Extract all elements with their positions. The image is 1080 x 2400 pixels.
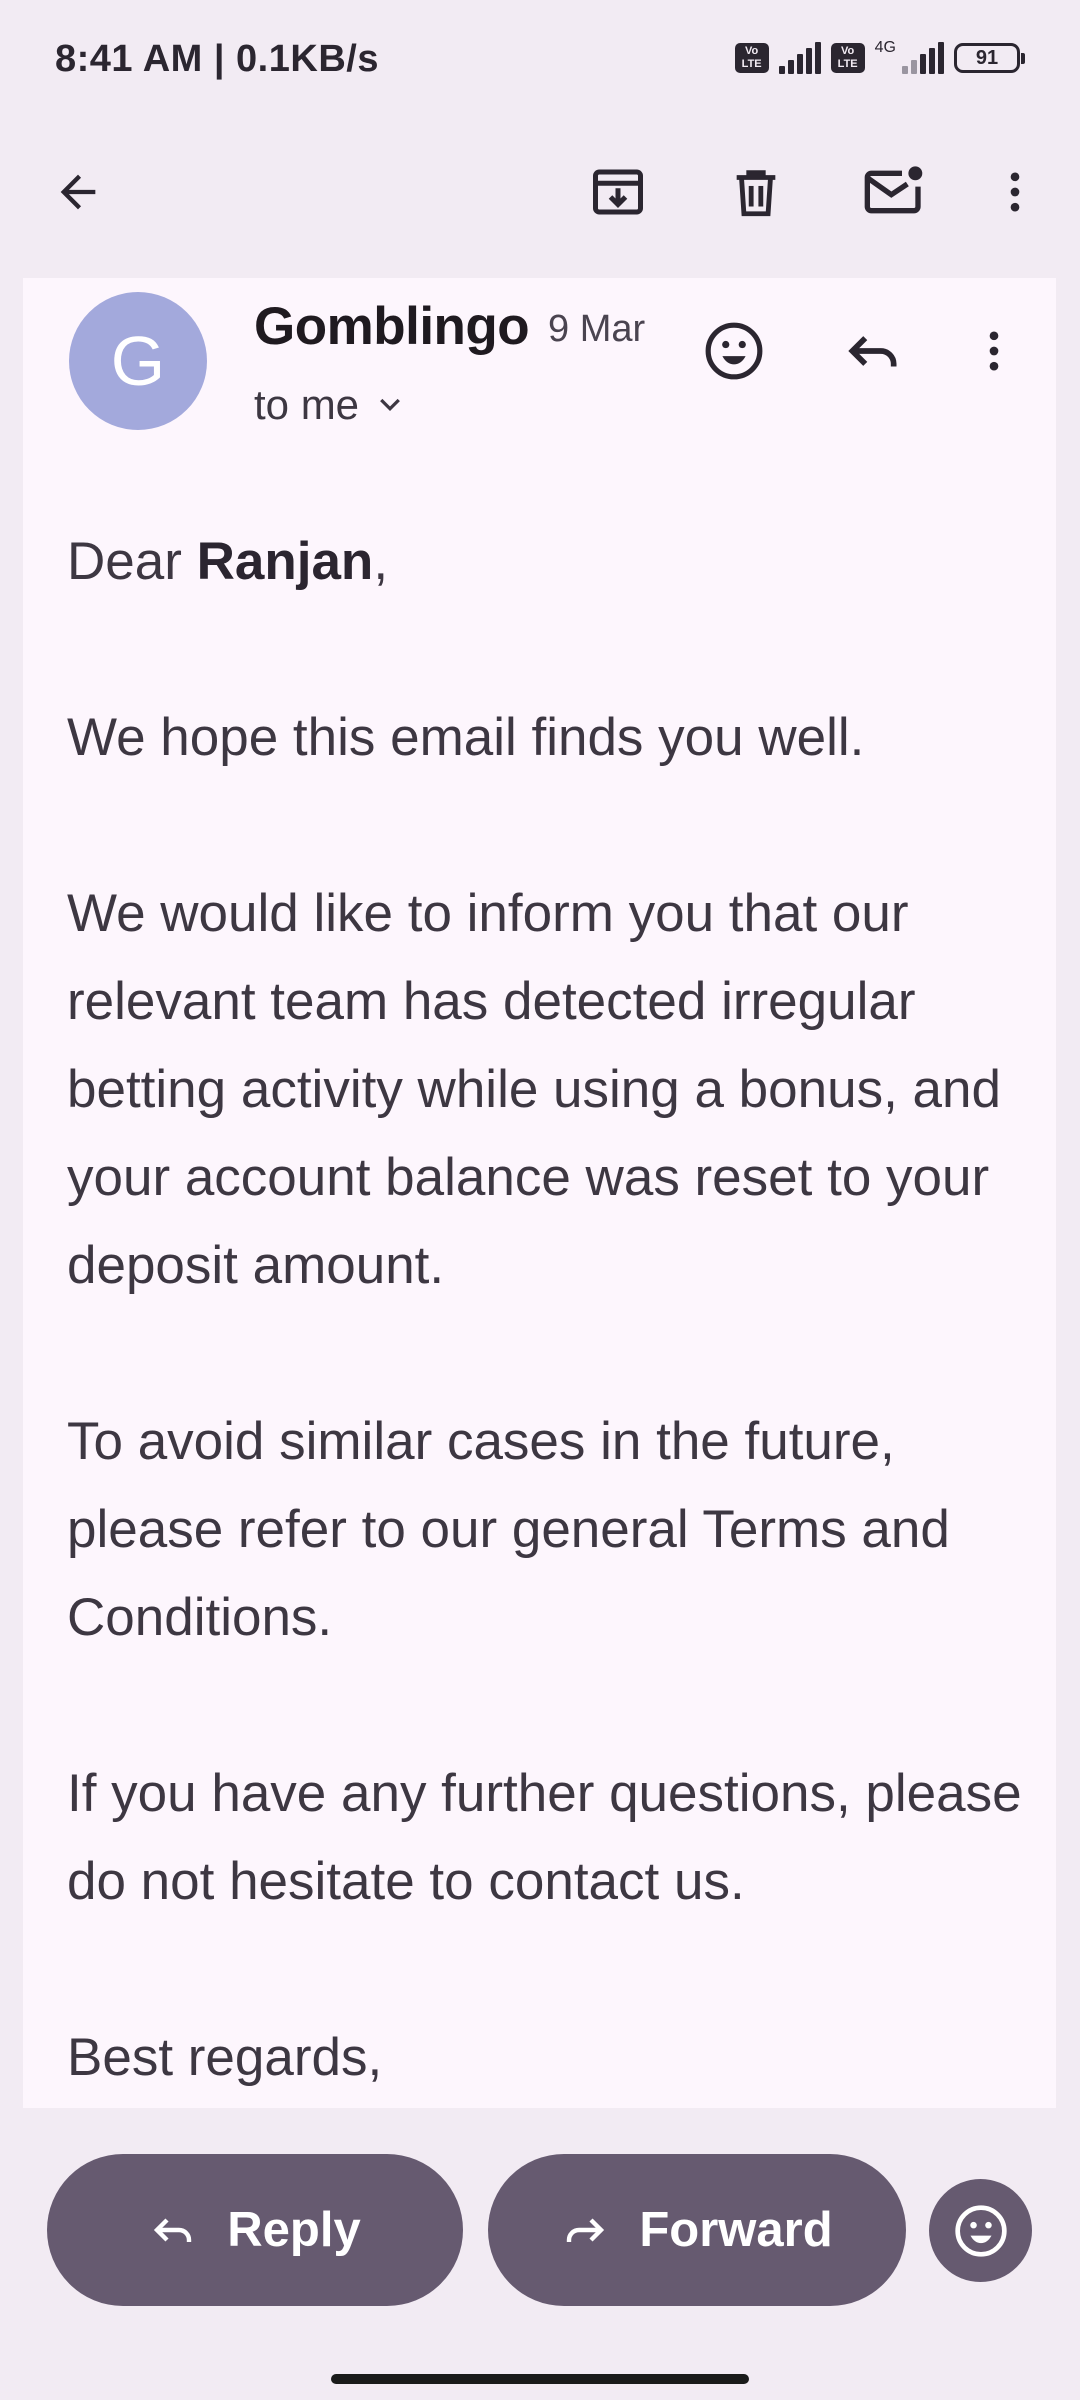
forward-icon [567,2218,605,2242]
email-screen: 8:41 AM | 0.1KB/s Vo LTE Vo LTE 4G 91 G … [0,0,1080,2400]
body-paragraph: We hope this email finds you well. [67,708,865,767]
recipient-label: to me [254,381,360,428]
delete-button[interactable] [711,147,801,237]
reply-icon [154,2218,192,2242]
volte-icon: Vo LTE [734,43,769,73]
greeting-suffix: , [373,532,389,591]
reply-icon-button[interactable] [828,306,918,396]
message-card: G Gomblingo 9 Mar to me Dear Ranjan, We … [23,278,1056,2108]
body-paragraph: We would like to inform you that our rel… [67,884,1001,1295]
message-date: 9 Mar [548,308,646,350]
bottom-action-bar: Reply Forward [0,2108,1080,2400]
back-button[interactable] [33,147,123,237]
archive-icon [593,169,643,215]
sender-name[interactable]: Gomblingo [254,296,530,357]
forward-label: Forward [639,2203,833,2257]
battery-icon: 91 [954,43,1025,73]
forward-button[interactable]: Forward [488,2154,906,2306]
status-icons: Vo LTE Vo LTE 4G 91 [734,39,1025,74]
home-indicator[interactable] [331,2374,749,2384]
mark-unread-button[interactable] [849,147,939,237]
more-vert-icon [989,331,999,371]
network-type: 4G [874,39,896,56]
signal-strength-icon [778,42,821,74]
archive-button[interactable] [573,147,663,237]
status-time-speed: 8:41 AM | 0.1KB/s [55,38,379,80]
message-body: Dear Ranjan, We hope this email finds yo… [67,518,1027,2108]
reply-button[interactable]: Reply [47,2154,463,2306]
closing: Best regards, [67,2028,383,2087]
body-paragraph: If you have any further questions, pleas… [67,1764,1022,1911]
greeting-prefix: Dear [67,532,197,591]
signal-strength-icon [902,42,944,74]
volte-icon: Vo LTE [830,43,865,73]
top-app-bar [0,120,1080,270]
greeting: Dear Ranjan, [67,518,1027,606]
mark-unread-icon [864,166,923,214]
reply-icon [848,336,897,367]
delete-icon [736,170,776,217]
emoji-icon [954,2204,1007,2257]
back-arrow-icon [60,174,96,210]
emoji-reaction-button[interactable] [929,2179,1032,2282]
recipient-details-toggle[interactable]: to me [254,381,405,429]
react-emoji-button[interactable] [689,306,779,396]
reply-label: Reply [227,2203,361,2257]
emoji-icon [705,322,763,380]
sender-avatar[interactable]: G [69,292,207,430]
more-vert-icon [1010,172,1020,212]
recipient-name: Ranjan [196,532,374,591]
status-bar: 8:41 AM | 0.1KB/s Vo LTE Vo LTE 4G 91 [0,0,1080,120]
message-more-options-button[interactable] [949,306,1039,396]
more-options-button[interactable] [970,147,1060,237]
body-paragraph: To avoid similar cases in the future, pl… [67,1412,950,1647]
chevron-down-icon [380,398,400,412]
